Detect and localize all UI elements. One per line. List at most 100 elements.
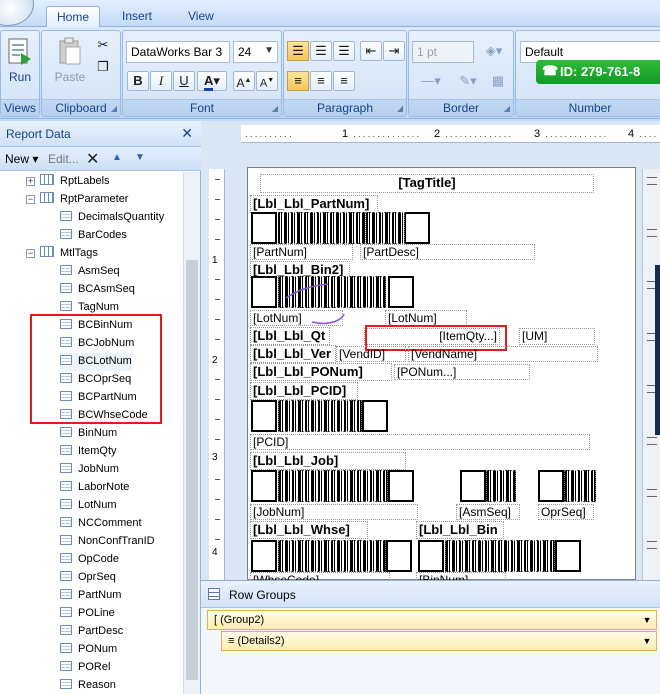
align-bottom-button[interactable]: ☰ — [333, 41, 355, 61]
tree-field-node[interactable]: BinNum — [60, 425, 117, 443]
tree-field-node[interactable]: ItemQty — [60, 443, 117, 461]
bin-barcode[interactable] — [445, 540, 555, 572]
tree-dataset-node[interactable]: RptParameter — [40, 191, 128, 209]
um-textbox[interactable]: [UM] — [519, 328, 595, 345]
oprseq-textbox[interactable]: OprSeq] — [538, 504, 594, 520]
whse-barcode[interactable] — [278, 540, 386, 572]
report-body[interactable]: [TagTitle] [Lbl_Lbl_PartNum] [PartNum] [… — [247, 167, 636, 580]
pcid-textbox[interactable]: [PCID] — [250, 434, 590, 450]
tree-field-node[interactable]: OprSeq — [60, 569, 116, 587]
font-dialog-launcher[interactable]: ◢ — [272, 104, 278, 113]
partnum-barcode-2[interactable] — [365, 212, 405, 244]
tree-field-node[interactable]: AsmSeq — [60, 263, 120, 281]
row-handle[interactable] — [647, 177, 657, 185]
tree-field-node[interactable]: PONum — [60, 641, 117, 659]
partnum-textbox[interactable]: [PartNum] — [250, 244, 353, 260]
font-size-combo[interactable]: 24 ▼ — [233, 41, 278, 63]
whsecode-textbox[interactable]: [WhseCode] — [250, 572, 390, 580]
tree-field-node[interactable]: Reason — [60, 677, 116, 694]
tree-field-node[interactable]: JobNum — [60, 461, 119, 479]
delete-icon[interactable]: ✕ — [86, 149, 99, 169]
shrink-font-button[interactable]: A▼ — [256, 71, 278, 91]
row-handle[interactable] — [647, 229, 657, 237]
border-style-icon[interactable]: —▾ — [412, 71, 450, 91]
tree-dataset-node[interactable]: MtlTags — [40, 245, 98, 263]
row-handle[interactable] — [647, 489, 657, 497]
fill-color-icon[interactable]: ◈▾ — [479, 41, 509, 61]
vendname-textbox[interactable]: [VendName] — [408, 346, 598, 362]
row-handle[interactable] — [647, 541, 657, 549]
asmseq-barcode[interactable] — [486, 470, 516, 502]
clipboard-dialog-launcher[interactable]: ◢ — [111, 104, 117, 113]
tree-field-node[interactable]: LotNum — [60, 497, 117, 515]
close-icon[interactable]: ✕ — [181, 125, 193, 142]
tree-field-node[interactable]: OpCode — [60, 551, 119, 569]
new-button[interactable]: New ▾ — [5, 152, 38, 166]
jobnum-textbox[interactable]: [JobNum] — [250, 504, 418, 520]
oprseq-barcode[interactable] — [564, 470, 596, 502]
tab-view[interactable]: View — [178, 6, 224, 27]
label-qty-textbox[interactable]: [Lbl_Lbl_Qt — [250, 327, 330, 345]
tree-expander[interactable]: + — [26, 177, 35, 186]
run-button[interactable]: Run — [5, 37, 35, 84]
tree-field-node[interactable]: BarCodes — [60, 227, 127, 245]
tree-field-node[interactable]: LaborNote — [60, 479, 129, 497]
border-width-combo[interactable]: 1 pt — [412, 41, 474, 63]
align-middle-button[interactable]: ☰ — [310, 41, 332, 61]
scrollbar-thumb[interactable] — [186, 260, 198, 680]
ponum-textbox[interactable]: [PONum...] — [394, 364, 530, 380]
tree-expander[interactable]: − — [26, 195, 35, 204]
label-bin-textbox[interactable]: [Lbl_Lbl_Bin — [416, 521, 504, 539]
borders-icon[interactable]: ▦ — [487, 71, 509, 91]
group-item-details2[interactable]: ≡ (Details2) ▼ — [221, 631, 657, 651]
move-down-icon[interactable]: ▼ — [135, 152, 145, 163]
partdesc-textbox[interactable]: [PartDesc] — [360, 244, 535, 260]
tree-field-node[interactable]: BCAsmSeq — [60, 281, 135, 299]
label-pcid-textbox[interactable]: [Lbl_Lbl_PCID] — [250, 382, 358, 400]
align-left-button[interactable]: ≡ — [287, 71, 309, 91]
increase-indent-button[interactable]: ⇥ — [383, 41, 405, 61]
tree-expander[interactable]: − — [26, 249, 35, 258]
jobnum-barcode[interactable] — [278, 470, 388, 502]
label-partnum-textbox[interactable]: [Lbl_Lbl_PartNum] — [250, 195, 378, 213]
tag-title-textbox[interactable]: [TagTitle] — [260, 174, 594, 193]
binnum-textbox[interactable]: [BinNum] — [416, 572, 506, 580]
edit-button[interactable]: Edit... — [48, 152, 79, 166]
tree-field-node[interactable]: NCComment — [60, 515, 142, 533]
tree-field-node[interactable]: PartDesc — [60, 623, 123, 641]
label-whse-textbox[interactable]: [Lbl_Lbl_Whse] — [250, 521, 368, 539]
align-top-button[interactable]: ☰ — [287, 41, 309, 61]
paragraph-dialog-launcher[interactable]: ◢ — [397, 104, 403, 113]
tree-field-node[interactable]: PartNum — [60, 587, 121, 605]
tree-field-node[interactable]: DecimalsQuantity — [60, 209, 164, 227]
underline-button[interactable]: U — [173, 71, 195, 91]
lotnum-textbox-b[interactable]: [LotNum] — [385, 310, 467, 326]
label-ponum-textbox[interactable]: [Lbl_Lbl_PONum] — [250, 363, 392, 381]
move-up-icon[interactable]: ▲ — [112, 152, 122, 163]
row-handle[interactable] — [647, 437, 657, 445]
align-center-button[interactable]: ≡ — [310, 71, 332, 91]
asmseq-textbox[interactable]: [AsmSeq] — [456, 504, 520, 520]
chevron-down-icon[interactable]: ▼ — [640, 613, 654, 627]
lotnum-textbox-a[interactable]: [LotNum] — [250, 310, 343, 326]
border-dialog-launcher[interactable]: ◢ — [504, 104, 510, 113]
group-item-group2[interactable]: [ (Group2) ▼ — [207, 610, 657, 630]
pcid-barcode[interactable] — [278, 400, 362, 432]
italic-button[interactable]: I — [150, 71, 172, 91]
application-menu-button[interactable] — [0, 0, 34, 26]
report-data-scrollbar[interactable] — [183, 172, 200, 694]
vendid-textbox[interactable]: [VendID] — [336, 346, 406, 362]
chevron-down-icon[interactable]: ▼ — [640, 634, 654, 648]
tab-insert[interactable]: Insert — [112, 6, 162, 27]
paste-button[interactable]: Paste — [50, 37, 90, 84]
font-color-button[interactable]: A▾ — [197, 71, 227, 91]
label-vendor-textbox[interactable]: [Lbl_Lbl_Ver — [250, 345, 336, 363]
tree-field-node[interactable]: NonConfTranID — [60, 533, 155, 551]
align-right-button[interactable]: ≡ — [333, 71, 355, 91]
bold-button[interactable]: B — [127, 71, 149, 91]
tab-home[interactable]: Home — [46, 6, 101, 27]
label-job-textbox[interactable]: [Lbl_Lbl_Job] — [250, 452, 406, 470]
tree-field-node[interactable]: POLine — [60, 605, 115, 623]
border-color-icon[interactable]: ✎▾ — [453, 71, 483, 91]
cut-icon[interactable]: ✂ — [92, 35, 114, 55]
